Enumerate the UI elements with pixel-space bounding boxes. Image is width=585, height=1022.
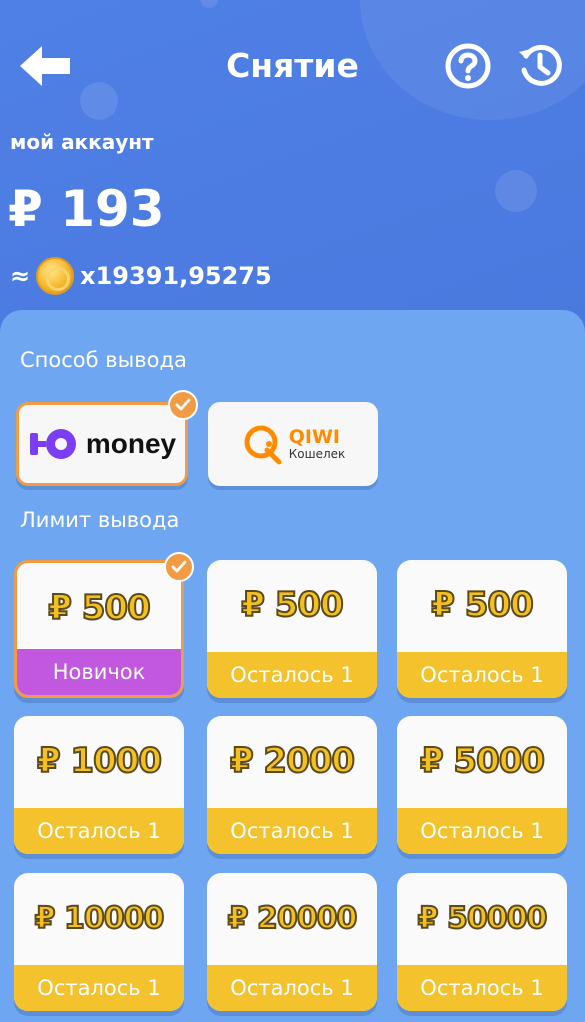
top-bar: Снятие <box>0 30 585 100</box>
withdraw-limit-label: Лимит вывода <box>20 508 180 532</box>
tile-amount: ₽ 5000 <box>419 740 546 782</box>
qiwi-text: QIWI Кошелек <box>288 425 346 461</box>
method-qiwi[interactable]: QIWI Кошелек <box>208 402 378 486</box>
tile-footer: Осталось 1 <box>207 965 377 1011</box>
question-circle-icon <box>445 43 491 89</box>
method-yoomoney[interactable]: money <box>16 402 188 486</box>
limit-tile[interactable]: ₽ 500 Осталось 1 <box>397 560 567 698</box>
withdraw-method-label: Способ вывода <box>20 348 187 372</box>
tile-footer: Осталось 1 <box>397 652 567 698</box>
limit-tile[interactable]: ₽ 500 Осталось 1 <box>207 560 377 698</box>
qiwi-subtitle: Кошелек <box>288 446 346 461</box>
tile-amount: ₽ 10000 <box>34 900 166 937</box>
yoomoney-label: money <box>85 428 177 459</box>
tile-footer: Осталось 1 <box>397 965 567 1011</box>
tile-footer: Новичок <box>17 649 181 695</box>
tile-footer: Осталось 1 <box>397 808 567 854</box>
qiwi-label: QIWI <box>288 425 340 448</box>
decor-circle <box>495 170 537 212</box>
tile-footer: Осталось 1 <box>14 965 184 1011</box>
tile-footer: Осталось 1 <box>207 652 377 698</box>
limit-tile[interactable]: ₽ 50000 Осталось 1 <box>397 873 567 1011</box>
limit-tile[interactable]: ₽ 5000 Осталось 1 <box>397 716 567 854</box>
account-label: мой аккаунт <box>10 130 154 154</box>
history-button[interactable] <box>516 42 564 90</box>
tile-amount: ₽ 1000 <box>36 740 163 782</box>
tile-amount: ₽ 500 <box>47 587 151 629</box>
coin-amount: x19391,95275 <box>80 262 272 290</box>
limit-tile[interactable]: ₽ 10000 Осталось 1 <box>14 873 184 1011</box>
selected-check-icon <box>164 552 194 582</box>
tile-amount: ₽ 500 <box>240 584 344 626</box>
withdraw-panel: Способ вывода money QIWI Кошелек Лимит в… <box>0 310 585 1022</box>
yoomoney-logo-icon <box>29 429 76 459</box>
qiwi-logo-icon <box>244 425 282 465</box>
help-button[interactable] <box>444 42 492 90</box>
selected-check-icon <box>168 390 198 420</box>
page-title: Снятие <box>226 46 359 85</box>
tile-amount: ₽ 20000 <box>227 900 359 937</box>
limit-tile[interactable]: ₽ 2000 Осталось 1 <box>207 716 377 854</box>
coin-icon <box>36 257 75 295</box>
tile-amount: ₽ 500 <box>430 584 534 626</box>
tile-amount: ₽ 50000 <box>417 900 549 937</box>
limit-tile[interactable]: ₽ 1000 Осталось 1 <box>14 716 184 854</box>
decor-circle <box>200 0 218 8</box>
tile-footer: Осталось 1 <box>207 808 377 854</box>
balance-amount: ₽ 193 <box>8 180 165 238</box>
limit-tile[interactable]: ₽ 20000 Осталось 1 <box>207 873 377 1011</box>
history-clock-icon <box>519 44 562 86</box>
approx-sign: ≈ <box>10 262 31 290</box>
limit-tile[interactable]: ₽ 500 Новичок <box>14 560 184 698</box>
tile-footer: Осталось 1 <box>14 808 184 854</box>
coin-balance: ≈ x19391,95275 <box>10 256 272 296</box>
tile-amount: ₽ 2000 <box>229 740 356 782</box>
